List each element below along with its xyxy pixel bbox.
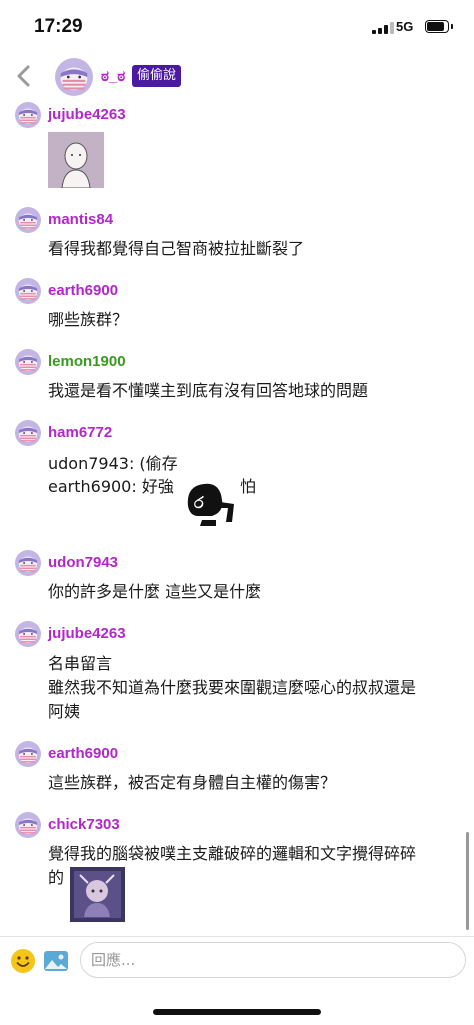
comment-text: 怕 bbox=[240, 477, 257, 496]
comment-text: 阿姨 bbox=[48, 702, 81, 721]
sticker-image[interactable]: ර bbox=[182, 476, 238, 530]
comment-username[interactable]: udon7943 bbox=[48, 554, 118, 571]
comment-username[interactable]: mantis84 bbox=[48, 211, 113, 228]
comment-username[interactable]: earth6900 bbox=[48, 282, 118, 299]
battery-icon bbox=[425, 20, 453, 33]
reply-bar bbox=[0, 936, 474, 1025]
comment-text: 雖然我不知道為什麼我要來圍觀這麼噁心的叔叔還是 bbox=[48, 678, 417, 697]
comment-text: 哪些族群？ bbox=[48, 310, 129, 329]
comment-text: 你的許多是什麼 這些又是什麼 bbox=[48, 582, 262, 601]
image-icon[interactable] bbox=[43, 948, 69, 974]
network-label: 5G bbox=[396, 19, 414, 34]
comment-text: 這些族群，被否定有身體自主權的傷害？ bbox=[48, 773, 337, 792]
comment-text: 覺得我的腦袋被噗主支離破碎的邏輯和文字攪得碎碎 bbox=[48, 844, 417, 863]
avatar[interactable] bbox=[15, 550, 41, 576]
signal-icon bbox=[372, 22, 394, 34]
qualifier-badge: 偷偷說 bbox=[132, 65, 182, 87]
home-indicator bbox=[153, 1009, 321, 1015]
comment-text: 看得我都覺得自己智商被拉扯斷裂了 bbox=[48, 239, 305, 258]
back-chevron-icon[interactable] bbox=[14, 64, 34, 88]
reply-input[interactable] bbox=[80, 942, 466, 978]
comment-text: earth6900: 好強 bbox=[48, 477, 174, 496]
comment-username[interactable]: ham6772 bbox=[48, 424, 112, 441]
comment-username[interactable]: lemon1900 bbox=[48, 353, 126, 370]
avatar[interactable] bbox=[15, 420, 41, 446]
comment-username[interactable]: earth6900 bbox=[48, 745, 118, 762]
avatar[interactable] bbox=[15, 621, 41, 647]
comment-username[interactable]: jujube4263 bbox=[48, 106, 126, 123]
comment-text: 名串留言 bbox=[48, 654, 113, 673]
avatar[interactable] bbox=[15, 812, 41, 838]
comment-text: 的 bbox=[48, 868, 65, 887]
avatar[interactable] bbox=[15, 207, 41, 233]
sticker-image[interactable] bbox=[70, 867, 125, 922]
avatar[interactable] bbox=[15, 349, 41, 375]
avatar[interactable] bbox=[15, 278, 41, 304]
author-name[interactable]: ಠ_ಠ bbox=[101, 68, 125, 85]
sticker-image[interactable] bbox=[48, 132, 104, 188]
avatar[interactable] bbox=[55, 58, 93, 96]
comment-text: udon7943: (偷存 bbox=[48, 454, 178, 473]
plurk-header: ಠ_ಠ 偷偷說 bbox=[0, 56, 474, 100]
status-bar: 17:29 5G bbox=[0, 0, 474, 56]
avatar[interactable] bbox=[15, 741, 41, 767]
comment-username[interactable]: jujube4263 bbox=[48, 625, 126, 642]
scrollbar[interactable] bbox=[466, 832, 469, 930]
comment-text: 我還是看不懂噗主到底有沒有回答地球的問題 bbox=[48, 381, 369, 400]
emoji-icon[interactable] bbox=[10, 948, 36, 974]
status-time: 17:29 bbox=[34, 16, 83, 37]
svg-text:ර: ර bbox=[194, 493, 204, 512]
comment-username[interactable]: chick7303 bbox=[48, 816, 120, 833]
avatar[interactable] bbox=[15, 102, 41, 128]
